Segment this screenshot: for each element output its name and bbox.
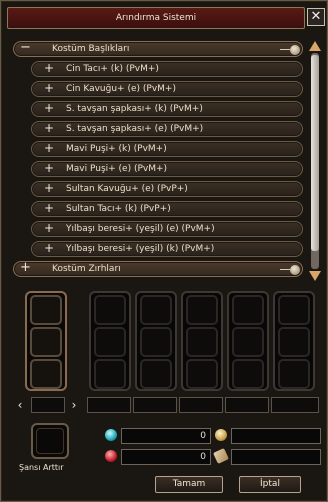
list-scrollbar[interactable] — [308, 41, 322, 281]
list-item-label: Cin Kavuğu+ (e) (PvM+) — [66, 84, 176, 94]
list-item[interactable]: + Mavi Puşi+ (e) (PvM+) — [31, 161, 303, 177]
costume-list: − Kostüm Başlıkları + Cin Tacı+ (k) (PvM… — [9, 37, 307, 283]
material-pager-box — [271, 397, 319, 413]
list-item[interactable]: + Mavi Puşi+ (k) (PvM+) — [31, 141, 303, 157]
material-slot[interactable] — [135, 291, 177, 391]
material-slot-cell[interactable] — [140, 295, 172, 325]
category-row[interactable]: + Kostüm Zırhları — [13, 260, 303, 277]
close-icon[interactable]: ✕ — [311, 9, 322, 24]
list-item[interactable]: + S. tavşan şapkası+ (k) (PvM+) — [31, 101, 303, 117]
list-item-label: Cin Tacı+ (k) (PvM+) — [66, 64, 159, 74]
material-pager-box — [133, 397, 177, 413]
close-button[interactable]: ✕ — [307, 8, 325, 26]
plus-icon[interactable]: + — [44, 241, 54, 255]
material-slot[interactable] — [89, 291, 131, 391]
gold-cost-field — [231, 428, 321, 444]
list-item-label: Mavi Puşi+ (e) (PvM+) — [66, 164, 168, 174]
window-title: Arındırma Sistemi — [115, 13, 197, 23]
material-slot-cell[interactable] — [186, 327, 218, 357]
plus-icon[interactable]: + — [44, 141, 54, 155]
list-item-label: S. tavşan şapkası+ (e) (PvM+) — [66, 124, 204, 134]
cancel-button[interactable]: İptal — [239, 476, 301, 493]
material-slot-cell[interactable] — [232, 359, 264, 389]
source-slot-cell[interactable] — [30, 295, 62, 325]
plus-icon[interactable]: + — [44, 161, 54, 175]
category-knob-icon — [290, 265, 300, 275]
source-pager-box — [31, 397, 65, 413]
material-slot-cell[interactable] — [94, 295, 126, 325]
list-item-label: Yılbaşı beresi+ (yeşil) (e) (PvM+) — [66, 224, 215, 234]
list-item[interactable]: + Yılbaşı beresi+ (yeşil) (e) (PvM+) — [31, 221, 303, 237]
category-label: Kostüm Zırhları — [52, 264, 121, 274]
list-item-label: Yılbaşı beresi+ (yeşil) (k) (PvM+) — [66, 244, 215, 254]
prev-arrow-icon[interactable]: ‹ — [13, 397, 27, 413]
cyan-cost-field: 0 — [121, 428, 211, 444]
divider-line — [280, 269, 290, 270]
plus-icon[interactable]: + — [44, 221, 54, 235]
plus-icon[interactable]: + — [44, 61, 54, 75]
scroll-thumb[interactable] — [311, 55, 319, 251]
plus-icon[interactable]: + — [44, 181, 54, 195]
luck-item-slot[interactable] — [31, 423, 69, 459]
material-slot-cell[interactable] — [232, 327, 264, 357]
plus-icon[interactable]: + — [44, 81, 54, 95]
list-item[interactable]: + Cin Tacı+ (k) (PvM+) — [31, 61, 303, 77]
category-label: Kostüm Başlıkları — [52, 44, 130, 54]
list-item[interactable]: + Yılbaşı beresi+ (yeşil) (k) (PvM+) — [31, 241, 303, 257]
material-slot-cell[interactable] — [278, 359, 310, 389]
minus-icon[interactable]: − — [20, 40, 31, 55]
source-slot-cell[interactable] — [30, 327, 62, 357]
material-slot-cell[interactable] — [232, 295, 264, 325]
material-slot-cell[interactable] — [140, 327, 172, 357]
material-pager-box — [179, 397, 223, 413]
cyan-cost-value: 0 — [200, 431, 206, 441]
list-item[interactable]: + Sultan Kavuğu+ (e) (PvP+) — [31, 181, 303, 197]
scroll-item-icon — [213, 448, 229, 464]
title-bar[interactable]: Arındırma Sistemi — [7, 7, 305, 29]
material-slot-cell[interactable] — [140, 359, 172, 389]
red-cost-field: 0 — [121, 449, 211, 465]
material-slot[interactable] — [273, 291, 315, 391]
source-slot-cell[interactable] — [30, 359, 62, 389]
ok-button[interactable]: Tamam — [155, 476, 223, 493]
material-slot-cell[interactable] — [94, 359, 126, 389]
material-slot[interactable] — [181, 291, 223, 391]
material-slot-cell[interactable] — [94, 327, 126, 357]
list-item-label: S. tavşan şapkası+ (k) (PvM+) — [66, 104, 203, 114]
material-slot-cell[interactable] — [186, 359, 218, 389]
material-slot-cell[interactable] — [186, 295, 218, 325]
material-slot-cell[interactable] — [278, 327, 310, 357]
red-gem-icon — [105, 450, 117, 462]
list-item-label: Mavi Puşi+ (k) (PvM+) — [66, 144, 167, 154]
plus-icon[interactable]: + — [44, 201, 54, 215]
list-item[interactable]: + Cin Kavuğu+ (e) (PvM+) — [31, 81, 303, 97]
slot-pager: ‹ › — [13, 397, 321, 413]
source-item-slot[interactable] — [25, 291, 67, 391]
scroll-cost-field — [231, 449, 321, 465]
plus-icon[interactable]: + — [44, 121, 54, 135]
list-item[interactable]: + S. tavşan şapkası+ (e) (PvM+) — [31, 121, 303, 137]
material-slot-cell[interactable] — [278, 295, 310, 325]
list-item[interactable]: + Sultan Tacı+ (k) (PvP+) — [31, 201, 303, 217]
plus-icon[interactable]: + — [20, 260, 31, 275]
scroll-down-icon[interactable] — [309, 271, 321, 281]
material-slot[interactable] — [227, 291, 269, 391]
list-item-label: Sultan Kavuğu+ (e) (PvP+) — [66, 184, 188, 194]
gold-coin-icon — [215, 429, 227, 441]
scroll-up-icon[interactable] — [309, 41, 321, 51]
divider-line — [280, 49, 290, 50]
luck-slot-inner[interactable] — [36, 428, 64, 454]
material-pager-box — [87, 397, 131, 413]
category-row[interactable]: − Kostüm Başlıkları — [13, 40, 303, 57]
refine-window: Arındırma Sistemi ✕ − Kostüm Başlıkları … — [0, 0, 328, 502]
next-arrow-icon[interactable]: › — [67, 397, 81, 413]
material-pager-box — [225, 397, 269, 413]
category-knob-icon — [290, 45, 300, 55]
material-slot-grid — [89, 291, 319, 391]
cyan-gem-icon — [105, 429, 117, 441]
plus-icon[interactable]: + — [44, 101, 54, 115]
red-cost-value: 0 — [200, 452, 206, 462]
list-item-label: Sultan Tacı+ (k) (PvP+) — [66, 204, 171, 214]
luck-label: Şansı Arttır — [19, 463, 64, 472]
